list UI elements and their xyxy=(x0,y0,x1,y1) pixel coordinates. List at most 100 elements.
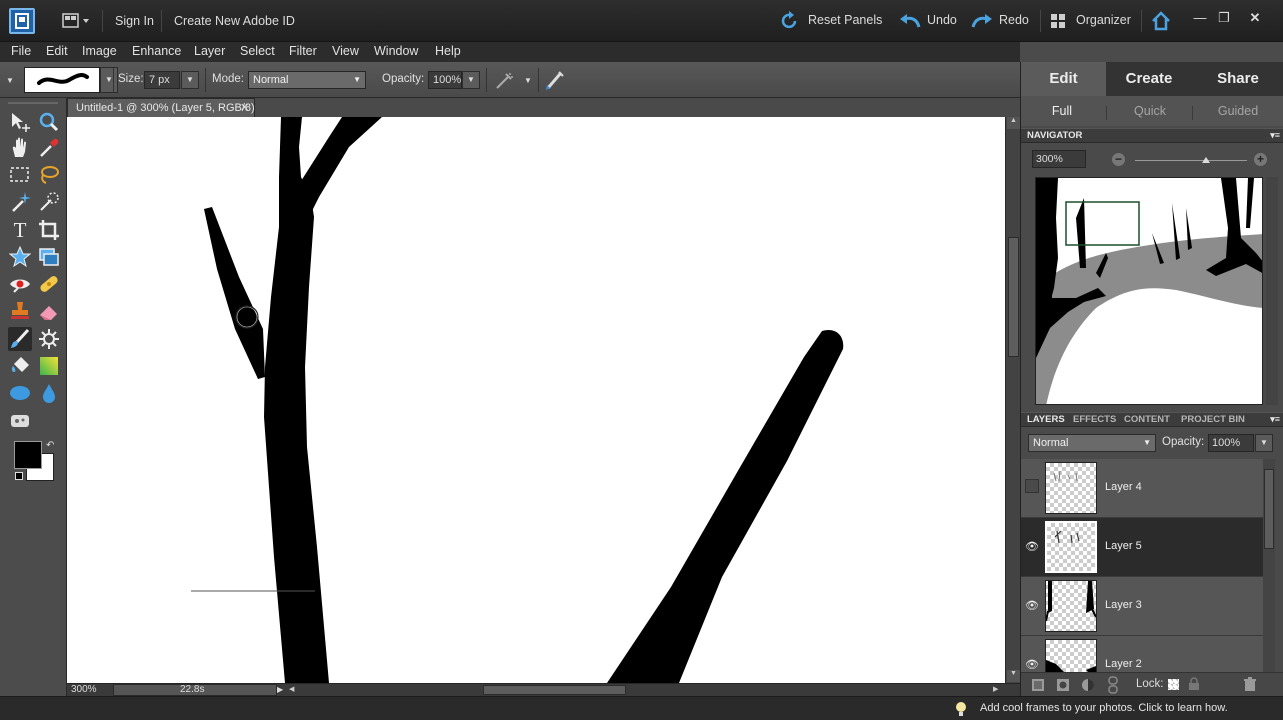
tip-link[interactable]: Add cool frames to your photos. Click to… xyxy=(980,702,1228,714)
tool-preset-dropdown-icon[interactable]: ▼ xyxy=(6,76,14,85)
link-layers-icon[interactable] xyxy=(1107,676,1119,694)
menu-window[interactable]: Window xyxy=(374,44,418,58)
panel-menu-icon[interactable]: ▾≡ xyxy=(1270,413,1280,426)
marquee-tool-icon[interactable] xyxy=(8,163,32,187)
layer-opacity-dropdown[interactable]: ▼ xyxy=(1255,434,1273,452)
menu-help[interactable]: Help xyxy=(435,44,461,58)
menu-layer[interactable]: Layer xyxy=(194,44,225,58)
tab-content[interactable]: CONTENT xyxy=(1124,413,1170,426)
quick-selection-tool-icon[interactable] xyxy=(37,190,61,214)
red-eye-tool-icon[interactable] xyxy=(8,272,32,296)
menu-enhance[interactable]: Enhance xyxy=(132,44,181,58)
airbrush-icon[interactable] xyxy=(494,71,514,91)
layer-row-layer-3[interactable]: 👁 Layer 3 xyxy=(1021,577,1263,636)
vertical-scrollbar[interactable]: ▲ ▼ xyxy=(1005,117,1020,683)
lasso-tool-icon[interactable] xyxy=(37,163,61,187)
reset-panels-button[interactable]: Reset Panels xyxy=(780,10,882,32)
menu-file[interactable]: File xyxy=(11,44,31,58)
new-layer-icon[interactable] xyxy=(1031,678,1045,692)
app-logo-icon[interactable] xyxy=(9,8,35,34)
vertical-scroll-thumb[interactable] xyxy=(1008,237,1019,357)
layers-scrollbar[interactable] xyxy=(1263,459,1275,683)
workspace-layout-icon[interactable] xyxy=(62,13,92,29)
close-icon[interactable]: ✕ xyxy=(1245,8,1265,28)
brush-preview[interactable] xyxy=(24,67,100,93)
organizer-button[interactable]: Organizer xyxy=(1050,10,1135,32)
healing-brush-tool-icon[interactable] xyxy=(37,272,61,296)
brush-picker-dropdown[interactable]: ▼ xyxy=(100,67,118,93)
opacity-input[interactable]: 100% xyxy=(428,71,462,89)
swap-colors-icon[interactable]: ↶ xyxy=(46,440,54,451)
recompose-tool-icon[interactable] xyxy=(37,245,61,269)
lock-all-icon[interactable] xyxy=(1188,677,1200,691)
layer-row-layer-4[interactable]: Layer 4 xyxy=(1021,459,1263,518)
navigator-zoom-field[interactable]: 300% xyxy=(1032,150,1086,168)
tab-effects[interactable]: EFFECTS xyxy=(1073,413,1116,426)
clone-stamp-tool-icon[interactable] xyxy=(8,299,32,323)
scroll-right-icon[interactable]: ▶ xyxy=(993,685,1003,695)
brush-dynamics-dropdown-icon[interactable]: ▼ xyxy=(524,76,532,85)
size-slider-dropdown[interactable]: ▼ xyxy=(181,71,199,89)
paint-bucket-tool-icon[interactable] xyxy=(8,354,32,378)
layer-row-layer-5[interactable]: 👁 Layer 5 xyxy=(1021,518,1263,577)
blur-tool-icon[interactable] xyxy=(37,381,61,405)
mode-tab-edit[interactable]: Edit xyxy=(1021,62,1106,96)
adjustment-layer-icon[interactable] xyxy=(1081,678,1095,692)
type-tool-icon[interactable]: T xyxy=(8,218,32,242)
move-tool-icon[interactable] xyxy=(8,110,32,134)
eraser-tool-icon[interactable] xyxy=(37,299,61,323)
eyedropper-tool-icon[interactable] xyxy=(37,136,61,160)
opacity-slider-dropdown[interactable]: ▼ xyxy=(462,71,480,89)
layers-scroll-thumb[interactable] xyxy=(1264,469,1274,549)
subtab-guided[interactable]: Guided xyxy=(1197,104,1279,118)
close-document-icon[interactable]: ✕ xyxy=(240,101,249,114)
undo-button[interactable]: Undo xyxy=(899,10,959,32)
eye-icon[interactable]: 👁 xyxy=(1025,540,1039,553)
panel-menu-icon[interactable]: ▾≡ xyxy=(1270,129,1280,142)
blend-mode-select[interactable]: Normal ▼ xyxy=(1028,434,1156,452)
gradient-tool-icon[interactable] xyxy=(37,354,61,378)
menu-filter[interactable]: Filter xyxy=(289,44,317,58)
default-colors-icon[interactable] xyxy=(15,472,23,480)
add-mask-icon[interactable] xyxy=(1056,678,1070,692)
brush-tool-button[interactable] xyxy=(8,327,32,351)
hand-tool-icon[interactable] xyxy=(8,136,32,160)
tablet-settings-icon[interactable] xyxy=(544,69,566,91)
minimize-icon[interactable]: — xyxy=(1190,8,1210,28)
foreground-color-swatch[interactable] xyxy=(14,441,42,469)
subtab-quick[interactable]: Quick xyxy=(1109,104,1191,118)
status-menu-icon[interactable]: ▶ xyxy=(277,685,283,694)
navigator-scrollbar[interactable] xyxy=(1266,177,1278,405)
menu-select[interactable]: Select xyxy=(240,44,275,58)
visibility-toggle-off[interactable] xyxy=(1025,479,1039,493)
restore-icon[interactable]: ❐ xyxy=(1214,8,1234,28)
menu-edit[interactable]: Edit xyxy=(46,44,68,58)
cookie-cutter-tool-icon[interactable] xyxy=(8,245,32,269)
zoom-tool-icon[interactable] xyxy=(37,110,61,134)
tab-layers[interactable]: LAYERS xyxy=(1027,413,1065,426)
menu-image[interactable]: Image xyxy=(82,44,117,58)
scroll-left-icon[interactable]: ◀ xyxy=(289,685,299,695)
zoom-in-icon[interactable]: + xyxy=(1254,153,1267,166)
zoom-out-icon[interactable]: − xyxy=(1112,153,1125,166)
document-tab[interactable]: Untitled-1 @ 300% (Layer 5, RGB/8) * ✕ xyxy=(67,98,262,117)
navigator-preview[interactable] xyxy=(1035,177,1263,405)
home-icon[interactable] xyxy=(1151,11,1171,31)
size-input[interactable]: 7 px xyxy=(144,71,180,89)
mode-select[interactable]: Normal ▼ xyxy=(248,71,366,89)
smart-brush-tool-icon[interactable] xyxy=(37,327,61,351)
crop-tool-icon[interactable] xyxy=(37,218,61,242)
shape-tool-icon[interactable] xyxy=(8,381,32,405)
zoom-slider-track[interactable] xyxy=(1135,160,1247,161)
zoom-level[interactable]: 300% xyxy=(71,684,97,695)
sponge-tool-icon[interactable] xyxy=(8,409,32,433)
eye-icon[interactable]: 👁 xyxy=(1025,658,1039,671)
image-canvas[interactable] xyxy=(67,117,1005,683)
sign-in-link[interactable]: Sign In xyxy=(115,14,154,28)
redo-button[interactable]: Redo xyxy=(971,10,1031,32)
create-adobe-id-link[interactable]: Create New Adobe ID xyxy=(174,14,295,28)
mode-tab-share[interactable]: Share xyxy=(1192,62,1283,96)
zoom-slider-thumb[interactable] xyxy=(1202,157,1210,163)
layer-opacity-input[interactable]: 100% xyxy=(1208,434,1254,452)
horizontal-scroll-thumb[interactable] xyxy=(483,685,626,695)
